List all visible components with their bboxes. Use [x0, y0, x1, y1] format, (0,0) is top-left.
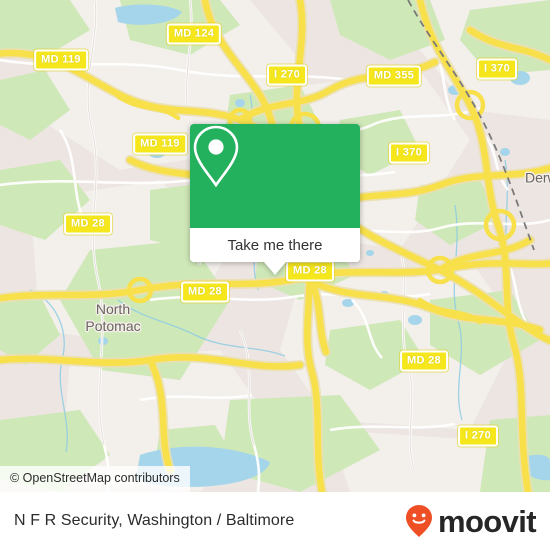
osm-attribution[interactable]: © OpenStreetMap contributors	[0, 466, 190, 492]
road-shield: MD 28	[64, 213, 112, 235]
road-shield: MD 119	[34, 49, 88, 71]
place-label-line: North	[95, 301, 131, 317]
place-label: Derw	[525, 169, 550, 186]
road-shield: I 270	[267, 64, 307, 86]
moovit-wordmark: moovit	[437, 503, 537, 539]
moovit-map-screen: MD 124 MD 119 I 270 MD 355 I 370 MD 119 I 370 M…	[0, 0, 550, 550]
road-shield: I 270	[458, 425, 498, 447]
road-shield: MD 28	[181, 281, 229, 303]
page-title: N F R Security, Washington / Baltimore	[14, 512, 295, 529]
footer-bar: N F R Security, Washington / Baltimore m…	[0, 492, 550, 550]
map-pin-icon	[193, 125, 239, 188]
place-label-line: Derw	[525, 169, 550, 186]
popup-header	[190, 124, 360, 228]
popup-body: Take me there	[190, 124, 360, 262]
map-canvas[interactable]: MD 124 MD 119 I 270 MD 355 I 370 MD 119 I 370 M…	[0, 0, 550, 492]
place-label-line: Potomac	[85, 318, 141, 334]
moovit-smiley-pin-icon	[405, 505, 432, 537]
road-shield: MD 28	[400, 350, 448, 372]
take-me-there-label: Take me there	[227, 236, 323, 254]
road-shield: MD 124	[166, 23, 222, 45]
road-shield: MD 28	[286, 260, 334, 282]
road-shield: MD 119	[133, 133, 187, 155]
road-shield: I 370	[389, 142, 429, 164]
road-shield: MD 355	[366, 65, 422, 87]
moovit-logo[interactable]: moovit	[404, 503, 537, 539]
take-me-there-button[interactable]: Take me there	[190, 228, 360, 262]
location-popup[interactable]: Take me there	[190, 124, 360, 275]
popup-tail	[264, 262, 286, 275]
place-label: North Potomac	[85, 301, 140, 335]
road-shield: I 370	[477, 58, 517, 80]
